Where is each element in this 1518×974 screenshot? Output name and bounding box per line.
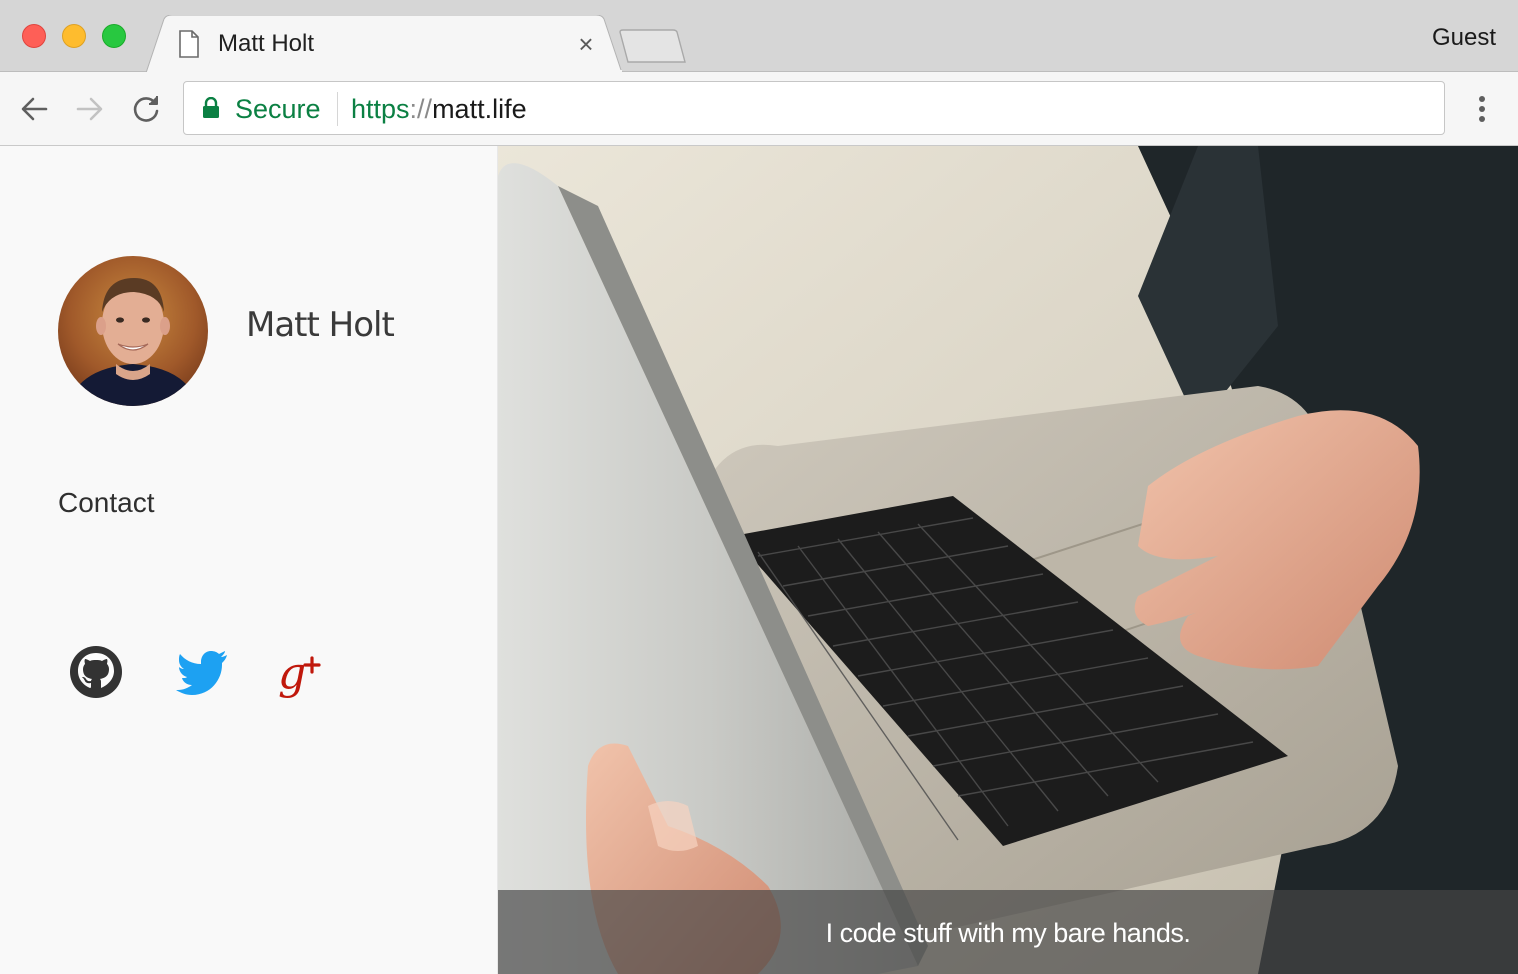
new-tab-button[interactable] (618, 29, 690, 65)
laptop-hands-photo (498, 146, 1518, 974)
url-text[interactable]: https://matt.life (351, 94, 527, 124)
omnibox-divider (337, 92, 338, 126)
lock-icon (203, 97, 219, 118)
url-host: matt.life (432, 94, 527, 124)
tab-close-icon[interactable]: × (572, 30, 600, 58)
google-plus-icon[interactable]: g (274, 644, 330, 700)
forward-arrow-icon[interactable] (72, 91, 108, 127)
reload-icon[interactable] (128, 91, 164, 127)
back-arrow-icon[interactable] (16, 91, 52, 127)
tab-title: Matt Holt (218, 30, 315, 57)
avatar-photo (58, 256, 208, 406)
browser-toolbar: Secure https://matt.life (0, 72, 1518, 146)
url-scheme: https (351, 94, 410, 124)
avatar[interactable] (58, 256, 208, 406)
profile-guest-label[interactable]: Guest (1432, 24, 1496, 52)
document-icon (179, 30, 199, 58)
more-menu-icon[interactable] (1468, 93, 1496, 125)
caption-bar: I code stuff with my bare hands. (498, 890, 1518, 974)
contact-link[interactable]: Contact (58, 486, 155, 520)
minimize-window-button[interactable] (62, 24, 86, 48)
zoom-window-button[interactable] (102, 24, 126, 48)
site-name-link[interactable]: Matt Holt (246, 304, 395, 346)
secure-label: Secure (235, 94, 321, 124)
github-icon[interactable] (68, 644, 124, 700)
svg-text:g: g (278, 648, 306, 699)
page-content: Matt Holt Contact g I code stuff with my… (0, 146, 1518, 974)
active-tab[interactable]: Matt Holt × (146, 15, 626, 73)
tab-bar: Matt Holt × Guest (0, 0, 1518, 73)
twitter-icon[interactable] (174, 644, 230, 700)
close-window-button[interactable] (22, 24, 46, 48)
url-separator: :// (409, 94, 433, 124)
sidebar: Matt Holt Contact g (0, 146, 498, 974)
hero-caption: I code stuff with my bare hands. (825, 918, 1191, 948)
address-bar[interactable]: Secure https://matt.life (183, 81, 1445, 135)
hero-image: I code stuff with my bare hands. (498, 146, 1518, 974)
